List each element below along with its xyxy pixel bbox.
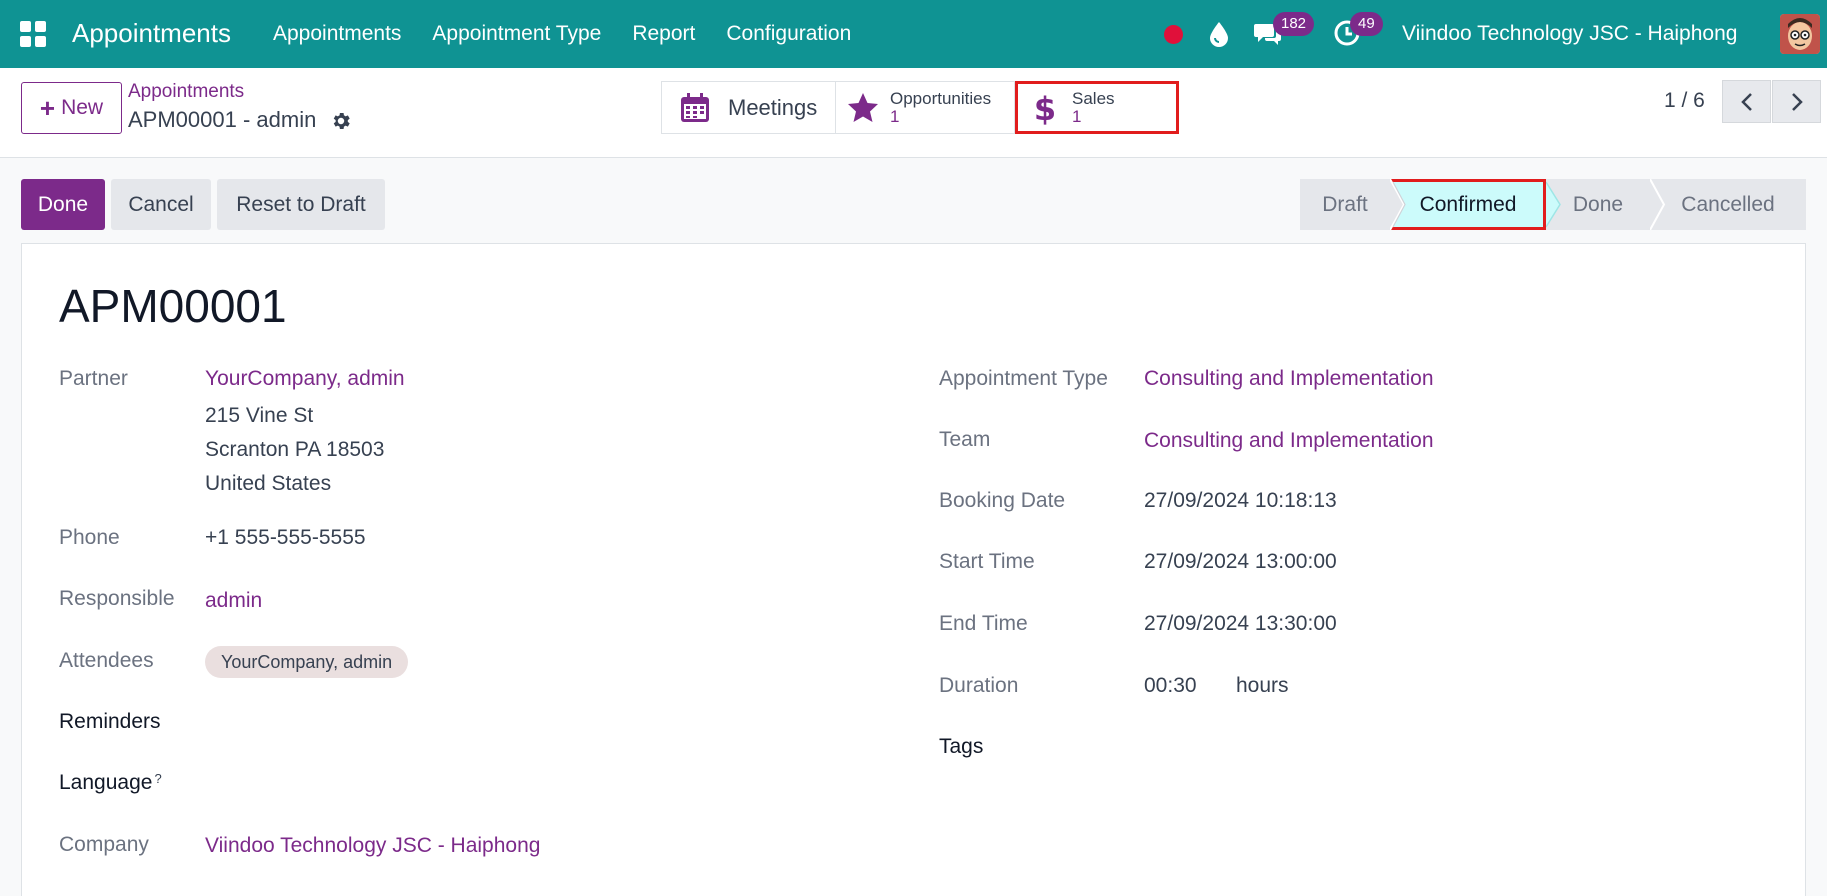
menu-configuration[interactable]: Configuration bbox=[726, 22, 851, 46]
reminders-label: Reminders bbox=[59, 710, 161, 733]
meetings-smart-button[interactable]: Meetings bbox=[661, 81, 836, 134]
main-menu: Appointments Appointment Type Report Con… bbox=[273, 22, 851, 46]
activities-badge: 49 bbox=[1350, 12, 1383, 36]
water-drop-icon[interactable] bbox=[1208, 21, 1230, 47]
attendee-tag[interactable]: YourCompany, admin bbox=[205, 646, 409, 678]
phone-label: Phone bbox=[59, 526, 120, 549]
partner-address-line3: United States bbox=[205, 472, 332, 495]
pager-value[interactable]: 1 / 6 bbox=[1664, 89, 1705, 113]
breadcrumb-parent[interactable]: Appointments bbox=[128, 81, 244, 103]
chevron-right-icon bbox=[1791, 92, 1803, 111]
company-field[interactable]: Viindoo Technology JSC - Haiphong bbox=[205, 834, 540, 858]
status-bar: Done Cancel Reset to Draft Draft Confirm… bbox=[0, 158, 1827, 244]
opportunities-count: 1 bbox=[890, 106, 900, 126]
help-tooltip-icon[interactable]: ? bbox=[154, 771, 161, 786]
record-title[interactable]: APM00001 bbox=[59, 279, 287, 333]
stage-cancelled[interactable]: Cancelled bbox=[1650, 179, 1806, 230]
form-sheet: APM00001 Partner YourCompany, admin 215 … bbox=[21, 243, 1806, 896]
end-time-field[interactable]: 27/09/2024 13:30:00 bbox=[1144, 612, 1337, 636]
partner-field[interactable]: YourCompany, admin bbox=[205, 367, 405, 391]
menu-appointments[interactable]: Appointments bbox=[273, 22, 401, 46]
sales-smart-button[interactable]: $ Sales 1 bbox=[1015, 81, 1179, 134]
appointment-type-label: Appointment Type bbox=[939, 367, 1108, 390]
company-label: Company bbox=[59, 833, 149, 856]
control-panel: + New Appointments APM00001 - admin Meet… bbox=[0, 68, 1827, 158]
messages-badge: 182 bbox=[1273, 12, 1315, 36]
top-navbar: Appointments Appointments Appointment Ty… bbox=[0, 0, 1827, 68]
sales-label: Sales bbox=[1072, 88, 1115, 108]
star-icon bbox=[848, 92, 878, 122]
partner-address-line2: Scranton PA 18503 bbox=[205, 438, 385, 461]
appointment-type-field[interactable]: Consulting and Implementation bbox=[1144, 367, 1434, 391]
new-button-label: New bbox=[61, 96, 104, 119]
company-switcher[interactable]: Viindoo Technology JSC - Haiphong bbox=[1402, 22, 1737, 46]
reset-to-draft-button[interactable]: Reset to Draft bbox=[217, 179, 385, 230]
gear-icon[interactable] bbox=[330, 110, 352, 132]
cancel-button[interactable]: Cancel bbox=[111, 179, 211, 230]
dollar-icon: $ bbox=[1034, 91, 1056, 125]
end-time-label: End Time bbox=[939, 612, 1028, 635]
record-dot-icon[interactable] bbox=[1164, 25, 1183, 44]
partner-address-line1: 215 Vine St bbox=[205, 404, 314, 427]
calendar-icon bbox=[681, 92, 709, 122]
stage-draft[interactable]: Draft bbox=[1300, 179, 1390, 230]
stage-separator-icon bbox=[1546, 181, 1561, 228]
tags-label: Tags bbox=[939, 735, 984, 758]
attendees-label: Attendees bbox=[59, 649, 154, 672]
chevron-left-icon bbox=[1740, 92, 1752, 111]
duration-label: Duration bbox=[939, 674, 1019, 697]
pager-previous-button[interactable] bbox=[1722, 80, 1771, 123]
stage-separator-icon bbox=[1650, 179, 1666, 230]
responsible-field[interactable]: admin bbox=[205, 589, 262, 613]
partner-label: Partner bbox=[59, 367, 128, 390]
duration-unit: hours bbox=[1236, 674, 1289, 697]
apps-menu-icon[interactable] bbox=[20, 21, 46, 47]
duration-field[interactable]: 00:30 bbox=[1144, 674, 1197, 698]
plus-icon: + bbox=[39, 93, 56, 123]
stage-confirmed[interactable]: Confirmed bbox=[1390, 179, 1546, 230]
meetings-label: Meetings bbox=[728, 94, 818, 120]
opportunities-label: Opportunities bbox=[890, 88, 992, 108]
start-time-label: Start Time bbox=[939, 550, 1035, 573]
stage-separator-icon bbox=[1393, 181, 1406, 228]
language-label-text: Language bbox=[59, 771, 153, 794]
pager-next-button[interactable] bbox=[1772, 80, 1821, 123]
svg-text:$: $ bbox=[1034, 91, 1056, 125]
responsible-label: Responsible bbox=[59, 587, 175, 610]
menu-report[interactable]: Report bbox=[632, 22, 695, 46]
sales-count: 1 bbox=[1072, 106, 1082, 126]
booking-date-field[interactable]: 27/09/2024 10:18:13 bbox=[1144, 489, 1337, 513]
done-button[interactable]: Done bbox=[21, 179, 105, 230]
opportunities-smart-button[interactable]: Opportunities 1 bbox=[835, 81, 1015, 134]
team-label: Team bbox=[939, 428, 991, 451]
new-button[interactable]: + New bbox=[21, 82, 122, 134]
phone-field[interactable]: +1 555-555-5555 bbox=[205, 526, 366, 550]
language-label: Language? bbox=[59, 771, 162, 795]
breadcrumb-current: APM00001 - admin bbox=[128, 107, 317, 132]
team-field[interactable]: Consulting and Implementation bbox=[1144, 429, 1434, 453]
app-name[interactable]: Appointments bbox=[72, 18, 231, 49]
user-avatar[interactable] bbox=[1780, 14, 1820, 54]
booking-date-label: Booking Date bbox=[939, 489, 1066, 512]
start-time-field[interactable]: 27/09/2024 13:00:00 bbox=[1144, 550, 1337, 574]
menu-appointment-type[interactable]: Appointment Type bbox=[432, 22, 601, 46]
